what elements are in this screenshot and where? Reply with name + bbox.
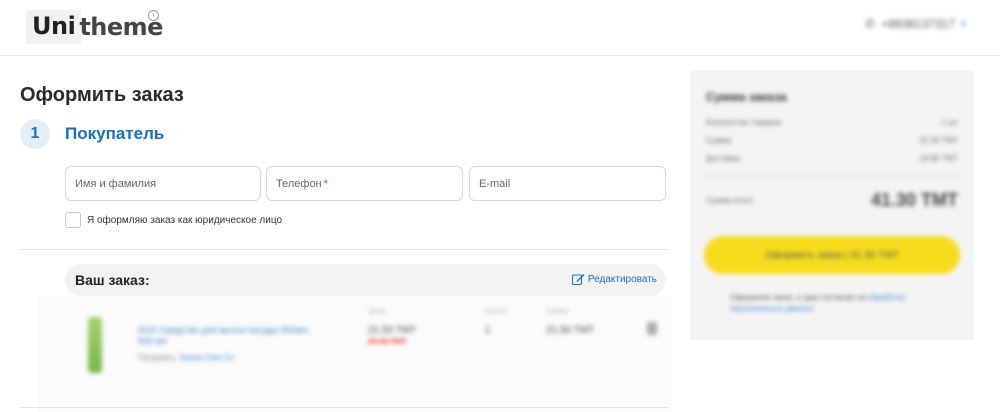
phone-number: +8938137317: [881, 17, 955, 31]
step-title: Покупатель: [65, 124, 165, 143]
total-header: Сумма: [546, 308, 568, 315]
bottom-divider: [20, 407, 668, 408]
summary-row-label: Количество товаров: [706, 118, 781, 127]
edit-order-label: Редактировать: [587, 273, 657, 285]
summary-row: Количество товаров 1 шт: [706, 118, 958, 127]
place-order-button[interactable]: Оформить заказ | 41.30 TMT: [704, 236, 960, 274]
summary-title: Сумма заказа: [706, 90, 787, 104]
edit-icon: [571, 274, 585, 285]
summary-row-value: 21.50 TMT: [919, 136, 958, 145]
logo[interactable]: Uni theme i: [26, 10, 163, 44]
header-phone[interactable]: ✆ +8938137317 ▾: [865, 17, 966, 31]
chevron-down-icon: ▾: [960, 18, 966, 30]
consent-text: Оформляя заказ, я даю согласие на обрабо…: [730, 292, 960, 314]
qty-header: Кол-во: [485, 308, 507, 315]
product-old-price: 25.00 TMT: [368, 337, 407, 346]
summary-row-label: Сумма: [706, 136, 732, 145]
name-field-placeholder: Имя и фамилия: [75, 177, 157, 190]
site-header: Uni theme i ✆ +8938137317 ▾: [0, 0, 1000, 56]
required-marker: *: [323, 177, 328, 190]
phone-field[interactable]: Телефон *: [266, 166, 463, 201]
consent-prefix: Оформляя заказ, я даю согласие на: [730, 293, 868, 302]
step-buyer: 1 Покупатель: [20, 119, 164, 149]
legal-entity-option[interactable]: Я оформляю заказ как юридическое лицо: [65, 212, 282, 228]
legal-entity-label: Я оформляю заказ как юридическое лицо: [87, 214, 283, 226]
trash-icon[interactable]: [647, 322, 657, 335]
summary-divider: [706, 176, 958, 177]
summary-row-label: Доставка: [706, 154, 741, 163]
seller-link[interactable]: Seaua Care Co: [179, 353, 234, 362]
summary-row: Сумма 21.50 TMT: [706, 136, 958, 145]
product-total: 21.50 TMT: [546, 325, 595, 336]
email-field-placeholder: E-mail: [479, 177, 511, 190]
order-title: Ваш заказ:: [75, 272, 150, 288]
product-name-link[interactable]: AUS Средство для мытья посуды 500мл, 500…: [138, 325, 318, 347]
summary-total-label: Сумма итого: [706, 196, 754, 205]
order-summary: Сумма заказа Количество товаров 1 шт Сум…: [690, 70, 974, 340]
legal-entity-checkbox[interactable]: [65, 212, 81, 228]
edit-order-link[interactable]: Редактировать: [571, 273, 657, 285]
order-items: AUS Средство для мытья посуды 500мл, 500…: [38, 297, 671, 412]
product-qty: 1: [485, 325, 491, 336]
summary-total-value: 41.30 TMT: [870, 190, 958, 210]
section-divider: [20, 249, 668, 250]
summary-row-value: 1 шт: [941, 118, 958, 127]
order-summary-content: Сумма заказа Количество товаров 1 шт Сум…: [690, 70, 974, 340]
summary-row: Доставка 19.80 TMT: [706, 154, 958, 163]
phone-field-placeholder: Телефон: [276, 177, 322, 190]
summary-row-value: 19.80 TMT: [919, 154, 958, 163]
logo-text-primary: Uni: [26, 10, 82, 44]
step-number-badge: 1: [20, 119, 50, 149]
logo-info-icon: i: [148, 10, 159, 21]
phone-icon: ✆: [865, 17, 876, 31]
product-image[interactable]: [88, 317, 102, 373]
page-title: Оформить заказ: [20, 84, 184, 106]
seller-prefix: Продавец:: [138, 353, 180, 362]
summary-total: Сумма итого 41.30 TMT: [706, 190, 958, 211]
order-header: Ваш заказ: Редактировать: [65, 264, 666, 296]
email-field[interactable]: E-mail: [469, 166, 666, 201]
price-header: Цена: [368, 308, 385, 315]
product-seller: Продавец: Seaua Care Co: [138, 353, 234, 362]
name-field[interactable]: Имя и фамилия: [65, 166, 261, 201]
product-price: 21.50 TMT: [368, 325, 417, 336]
